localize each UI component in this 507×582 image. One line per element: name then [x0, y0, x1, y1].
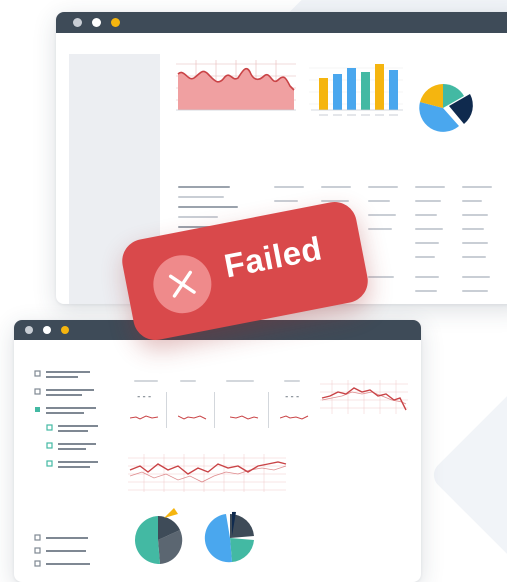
bar: [347, 68, 356, 110]
background-shape: [428, 383, 507, 567]
checkbox: [46, 442, 53, 449]
pie-slice: [164, 508, 178, 518]
bar: [361, 72, 370, 110]
window-dot-yellow[interactable]: [111, 18, 120, 27]
bottom-dashboard-window: --- ---: [14, 320, 421, 582]
checkbox: [34, 388, 41, 395]
checkbox: [34, 370, 41, 377]
checkbox: [34, 534, 41, 541]
bar: [375, 64, 384, 110]
lower-list: [34, 534, 90, 567]
mini-panel-value: ---: [136, 392, 153, 402]
mini-panels: --- ---: [120, 378, 318, 430]
window-dot-white[interactable]: [43, 326, 51, 334]
line-chart-middle: [128, 454, 287, 492]
sparkline: [178, 415, 207, 420]
sparkline: [130, 415, 159, 420]
bar-chart: [309, 64, 403, 116]
pie-slice: [134, 516, 160, 564]
pie-chart-left: [134, 508, 183, 564]
line-chart-right: [320, 380, 408, 414]
checkbox: [46, 424, 53, 431]
checkbox: [35, 407, 40, 412]
sparkline: [280, 415, 309, 420]
pie-chart: [419, 83, 473, 132]
checkbox: [34, 560, 41, 567]
window-dot-yellow[interactable]: [61, 326, 69, 334]
bar: [319, 78, 328, 110]
tree-list: [34, 370, 98, 468]
mini-panel-value: ---: [284, 392, 301, 402]
window-dot-white[interactable]: [92, 18, 101, 27]
pie-slice: [230, 538, 254, 562]
window-dot-gray[interactable]: [73, 18, 82, 27]
pie-slice: [204, 514, 232, 563]
area-chart: [176, 60, 296, 111]
bar: [333, 74, 342, 110]
checkbox: [34, 547, 41, 554]
pie-chart-right: [204, 511, 254, 563]
close-icon: [168, 270, 196, 298]
window-titlebar: [56, 12, 507, 33]
bar: [389, 70, 398, 110]
fail-circle: [148, 250, 217, 319]
status-label: Failed: [221, 229, 325, 285]
checkbox: [46, 460, 53, 467]
sparkline: [230, 415, 259, 420]
window-dot-gray[interactable]: [25, 326, 33, 334]
